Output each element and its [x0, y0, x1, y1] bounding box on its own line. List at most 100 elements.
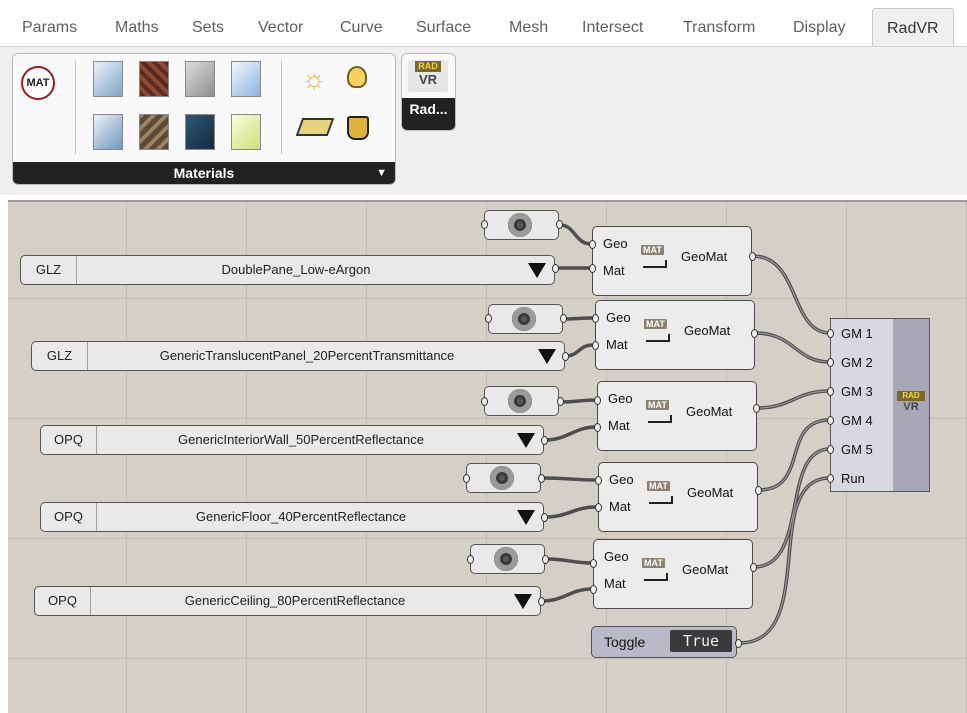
geomat-component-3[interactable]: Geo Mat MAT GeoMat: [597, 381, 757, 451]
geomat-component-5[interactable]: Geo Mat MAT GeoMat: [593, 539, 753, 609]
gm5-input[interactable]: GM 5: [841, 442, 873, 457]
geo-input[interactable]: Geo: [609, 472, 634, 487]
input-pin[interactable]: [589, 240, 596, 249]
output-pin[interactable]: [541, 513, 548, 522]
input-pin[interactable]: [827, 329, 834, 338]
input-pin[interactable]: [827, 474, 834, 483]
geomat-component-2[interactable]: Geo Mat MAT GeoMat: [595, 300, 755, 370]
input-pin[interactable]: [592, 314, 599, 323]
geometry-param-5[interactable]: [470, 544, 545, 574]
material-value-list-1[interactable]: GLZ DoublePane_Low-eArgon: [20, 255, 555, 285]
radvr-component[interactable]: GM 1 GM 2 GM 3 GM 4 GM 5 Run RAD VR: [830, 318, 930, 492]
input-pin[interactable]: [481, 220, 488, 229]
output-pin[interactable]: [753, 404, 760, 413]
dropdown-arrow-icon[interactable]: [538, 349, 556, 364]
tab-mesh[interactable]: Mesh: [509, 19, 548, 37]
input-pin[interactable]: [827, 387, 834, 396]
output-pin[interactable]: [556, 220, 563, 229]
output-pin[interactable]: [750, 563, 757, 572]
geometry-param-1[interactable]: [484, 210, 559, 240]
geometry-param-4[interactable]: [466, 463, 541, 493]
output-pin[interactable]: [560, 314, 567, 323]
geomat-component-4[interactable]: Geo Mat MAT GeoMat: [598, 462, 758, 532]
material-value-list-3[interactable]: OPQ GenericInteriorWall_50PercentReflect…: [40, 425, 544, 455]
mat-input[interactable]: Mat: [606, 337, 628, 352]
metal-surface-icon[interactable]: [185, 61, 215, 97]
input-pin[interactable]: [827, 416, 834, 425]
input-pin[interactable]: [827, 358, 834, 367]
mat-input[interactable]: Mat: [604, 576, 626, 591]
radvr-icon[interactable]: RAD VR: [408, 60, 448, 92]
input-pin[interactable]: [595, 476, 602, 485]
dropdown-arrow-icon[interactable]: [517, 510, 535, 525]
material-value-list-2[interactable]: GLZ GenericTranslucentPanel_20PercentTra…: [31, 341, 565, 371]
input-pin[interactable]: [595, 503, 602, 512]
input-pin[interactable]: [467, 555, 474, 564]
brick-texture-icon[interactable]: [139, 61, 169, 97]
panel-expand-arrow-icon[interactable]: ▼: [376, 162, 387, 184]
geomat-output[interactable]: GeoMat: [681, 249, 727, 264]
output-pin[interactable]: [552, 264, 559, 273]
geo-input[interactable]: Geo: [604, 549, 629, 564]
output-pin[interactable]: [541, 436, 548, 445]
input-pin[interactable]: [485, 314, 492, 323]
sun-icon[interactable]: ☼: [299, 64, 329, 94]
geometry-param-3[interactable]: [484, 386, 559, 416]
tab-curve[interactable]: Curve: [340, 19, 383, 37]
toggle-value[interactable]: True: [670, 630, 732, 652]
window-frame-icon[interactable]: [93, 114, 123, 150]
run-input[interactable]: Run: [841, 471, 865, 486]
input-pin[interactable]: [481, 397, 488, 406]
dropdown-arrow-icon[interactable]: [517, 433, 535, 448]
output-pin[interactable]: [749, 252, 756, 261]
output-pin[interactable]: [538, 474, 545, 483]
sky-plane-icon[interactable]: [295, 118, 335, 136]
output-pin[interactable]: [755, 486, 762, 495]
light-bulb-icon[interactable]: [347, 66, 367, 88]
dropdown-arrow-icon[interactable]: [528, 263, 546, 278]
geomat-output[interactable]: GeoMat: [686, 404, 732, 419]
gm1-input[interactable]: GM 1: [841, 326, 873, 341]
boolean-toggle[interactable]: Toggle True: [591, 626, 737, 658]
input-pin[interactable]: [594, 423, 601, 432]
material-value-list-4[interactable]: OPQ GenericFloor_40PercentReflectance: [40, 502, 544, 532]
tab-sets[interactable]: Sets: [192, 19, 224, 37]
input-pin[interactable]: [594, 396, 601, 405]
geomat-output[interactable]: GeoMat: [684, 323, 730, 338]
gm3-input[interactable]: GM 3: [841, 384, 873, 399]
mat-input[interactable]: Mat: [603, 263, 625, 278]
input-pin[interactable]: [592, 341, 599, 350]
input-pin[interactable]: [827, 445, 834, 454]
gm4-input[interactable]: GM 4: [841, 413, 873, 428]
mat-input[interactable]: Mat: [608, 418, 630, 433]
lattice-texture-icon[interactable]: [139, 114, 169, 150]
tab-params[interactable]: Params: [22, 19, 77, 37]
translucent-panel-icon[interactable]: [231, 114, 261, 150]
geo-input[interactable]: Geo: [606, 310, 631, 325]
tab-transform[interactable]: Transform: [683, 19, 755, 37]
output-pin[interactable]: [751, 329, 758, 338]
glass-panel-icon[interactable]: [231, 61, 261, 97]
dropdown-arrow-icon[interactable]: [514, 594, 532, 609]
tab-vector[interactable]: Vector: [258, 19, 303, 37]
geo-input[interactable]: Geo: [603, 236, 628, 251]
output-pin[interactable]: [538, 597, 545, 606]
input-pin[interactable]: [590, 559, 597, 568]
geometry-param-2[interactable]: [488, 304, 563, 334]
material-value-list-5[interactable]: OPQ GenericCeiling_80PercentReflectance: [34, 586, 541, 616]
brush-icon[interactable]: [347, 116, 369, 140]
geomat-component-1[interactable]: Geo Mat MAT GeoMat: [592, 226, 752, 296]
input-pin[interactable]: [463, 474, 470, 483]
window-glazing-icon[interactable]: [93, 61, 123, 97]
dark-glass-icon[interactable]: [185, 114, 215, 150]
output-pin[interactable]: [735, 639, 742, 648]
output-pin[interactable]: [562, 352, 569, 361]
mat-icon[interactable]: MAT: [21, 66, 55, 100]
output-pin[interactable]: [557, 397, 564, 406]
tab-maths[interactable]: Maths: [115, 19, 159, 37]
tab-surface[interactable]: Surface: [416, 19, 471, 37]
tab-radvr[interactable]: RadVR: [872, 8, 954, 51]
geomat-output[interactable]: GeoMat: [687, 485, 733, 500]
geo-input[interactable]: Geo: [608, 391, 633, 406]
output-pin[interactable]: [542, 555, 549, 564]
